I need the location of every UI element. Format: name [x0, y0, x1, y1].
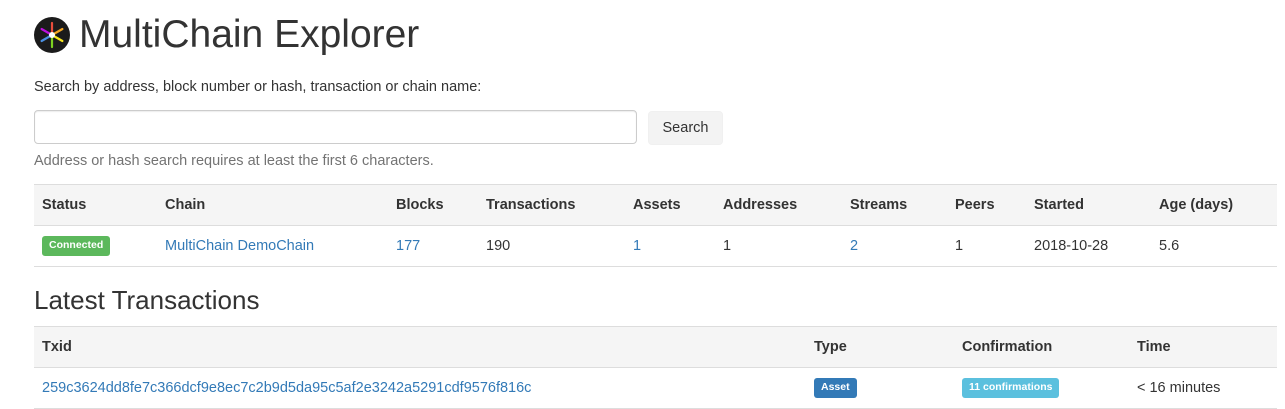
transactions-header-row: Txid Type Confirmation Time	[34, 326, 1277, 368]
confirmation-badge: 11 confirmations	[962, 378, 1060, 398]
peers-header: Peers	[955, 197, 995, 213]
search-help-text: Address or hash search requires at least…	[34, 153, 434, 169]
transactions-header: Transactions	[486, 197, 576, 213]
assets-cell: 1	[625, 226, 715, 267]
age-cell: 5.6	[1159, 238, 1180, 254]
assets-header: Assets	[633, 197, 681, 213]
status-cell: Connected	[34, 226, 157, 267]
started-cell: 2018-10-28	[1034, 238, 1109, 254]
chain-cell: MultiChain DemoChain	[157, 226, 388, 267]
chain-link[interactable]: MultiChain DemoChain	[165, 238, 314, 254]
type-badge: Asset	[814, 378, 857, 398]
summary-header-row: Status Chain Blocks Transactions Assets …	[34, 184, 1277, 226]
latest-transactions-title: Latest Transactions	[34, 285, 260, 315]
streams-link[interactable]: 2	[850, 238, 858, 254]
addresses-header: Addresses	[723, 197, 798, 213]
started-header: Started	[1034, 197, 1084, 213]
confirmation-header: Confirmation	[962, 339, 1053, 355]
blocks-link[interactable]: 177	[396, 238, 420, 254]
summary-row: Connected MultiChain DemoChain 177 190 1…	[34, 226, 1277, 267]
time-cell: < 16 minutes	[1137, 380, 1221, 396]
page-title: MultiChain Explorer	[79, 13, 420, 56]
streams-header: Streams	[850, 197, 908, 213]
streams-cell: 2	[842, 226, 947, 267]
search-input[interactable]	[34, 110, 637, 144]
search-button[interactable]: Search	[648, 111, 723, 145]
confirmation-cell: 11 confirmations	[954, 368, 1129, 409]
blocks-header: Blocks	[396, 197, 444, 213]
txid-header: Txid	[42, 339, 72, 355]
chain-summary-table: Status Chain Blocks Transactions Assets …	[34, 184, 1277, 267]
time-header: Time	[1137, 339, 1171, 355]
assets-link[interactable]: 1	[633, 238, 641, 254]
peers-cell: 1	[955, 238, 964, 254]
search-label: Search by address, block number or hash,…	[34, 79, 482, 95]
blocks-cell: 177	[388, 226, 478, 267]
status-badge: Connected	[42, 236, 111, 256]
type-header: Type	[814, 339, 847, 355]
txid-cell: 259c3624dd8fe7c366dcf9e8ec7c2b9d5da95c5a…	[34, 368, 806, 409]
multichain-logo-icon	[34, 17, 70, 53]
latest-transactions-table: Txid Type Confirmation Time 259c3624dd8f…	[34, 326, 1277, 409]
status-header: Status	[42, 197, 87, 213]
chain-header: Chain	[165, 197, 206, 213]
age-header: Age (days)	[1159, 197, 1234, 213]
addresses-cell: 1	[723, 238, 732, 254]
type-cell: Asset	[806, 368, 954, 409]
page-header: MultiChain Explorer	[34, 10, 419, 60]
table-row: 259c3624dd8fe7c366dcf9e8ec7c2b9d5da95c5a…	[34, 368, 1277, 409]
txid-link[interactable]: 259c3624dd8fe7c366dcf9e8ec7c2b9d5da95c5a…	[42, 380, 531, 396]
transactions-cell: 190	[486, 238, 511, 254]
